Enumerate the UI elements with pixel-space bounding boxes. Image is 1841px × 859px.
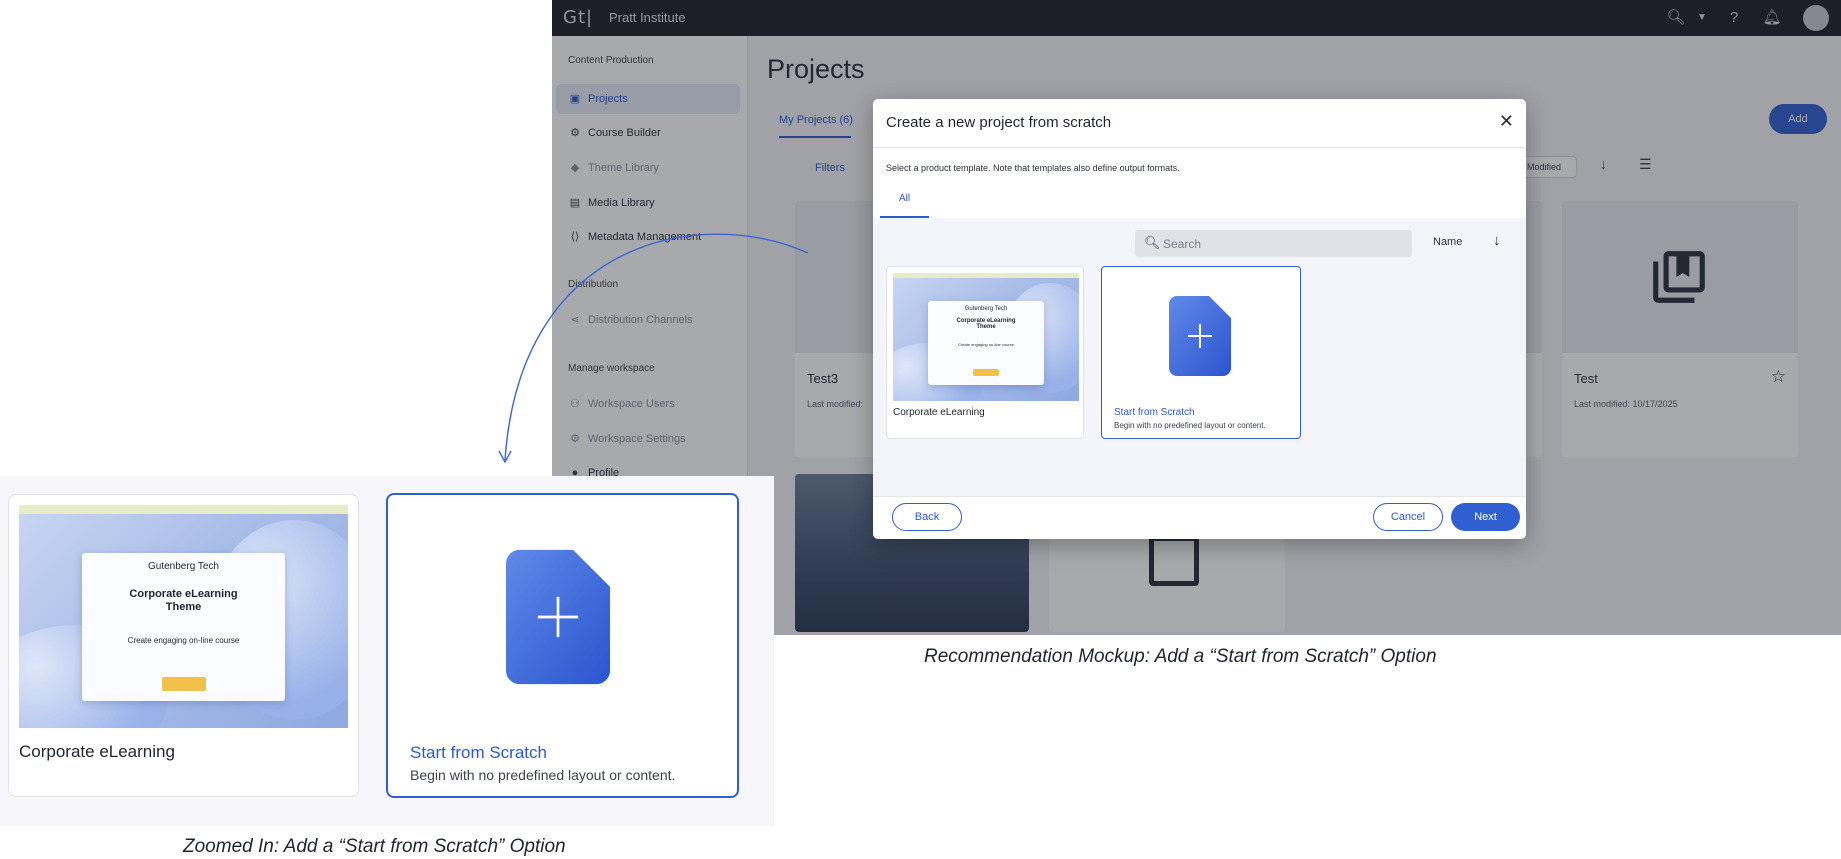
template-thumbnail: Gutenberg Tech Corporate eLearning Theme… [19, 505, 348, 728]
new-document-icon [506, 549, 610, 685]
zoom-caption: Zoomed In: Add a “Start from Scratch” Op… [183, 836, 566, 857]
zoom-card-start-from-scratch[interactable]: Start from Scratch Begin with no predefi… [386, 493, 739, 798]
zoom-panel: Gutenberg Tech Corporate eLearning Theme… [0, 476, 774, 826]
template-subtitle: Begin with no predefined layout or conte… [410, 767, 676, 783]
thumbnail-tagline: Create engaging on-line course [127, 636, 240, 645]
thumbnail-brand: Gutenberg Tech [148, 561, 219, 572]
template-name: Corporate eLearning [19, 742, 175, 761]
thumbnail-headline: Corporate eLearning Theme [129, 588, 238, 613]
template-name: Start from Scratch [410, 743, 547, 762]
zoom-card-corporate[interactable]: Gutenberg Tech Corporate eLearning Theme… [8, 494, 359, 797]
mockup-caption: Recommendation Mockup: Add a “Start from… [924, 646, 1437, 667]
